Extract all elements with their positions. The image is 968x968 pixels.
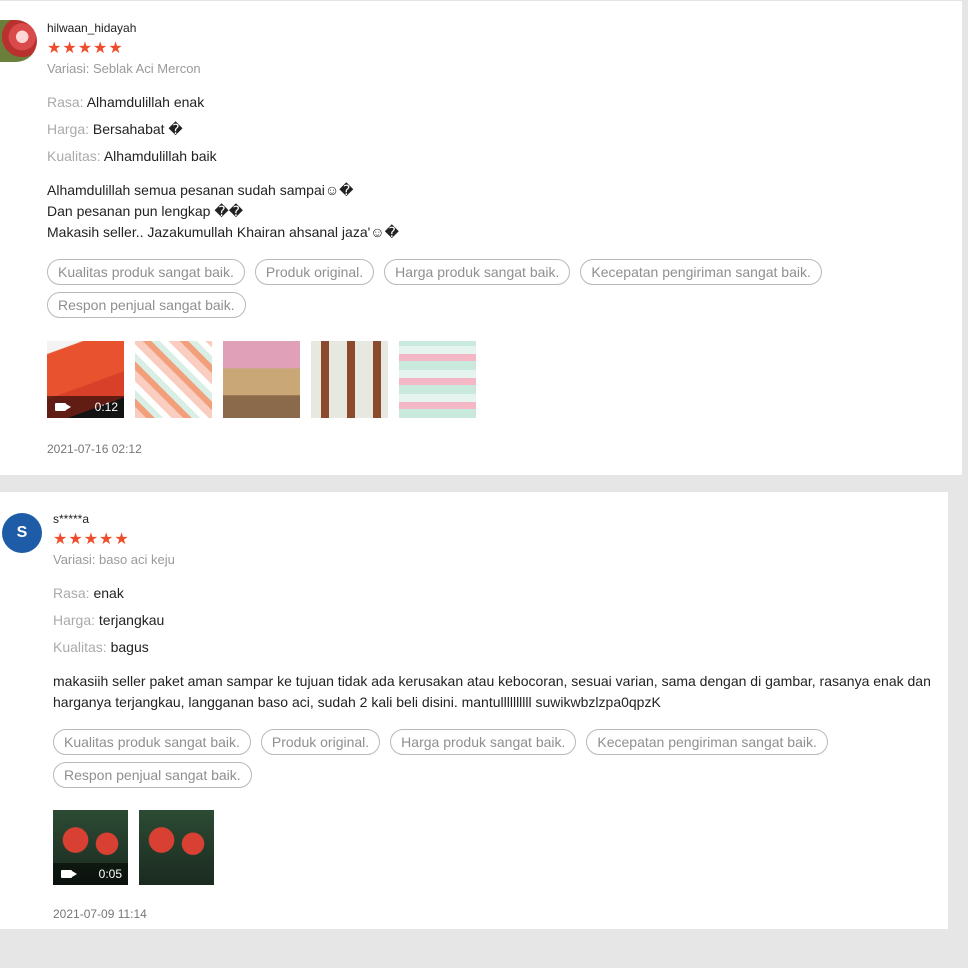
review-photo[interactable] [311, 341, 388, 418]
review-text: Alhamdulillah semua pesanan sudah sampai… [47, 182, 399, 240]
review-content: s*****a ★★★★★ Variasi: baso aci keju Ras… [53, 511, 933, 921]
attr-key: Kualitas: [47, 148, 101, 164]
attr-rasa: Rasa: enak [53, 583, 933, 603]
attr-value: Bersahabat � [92, 121, 183, 137]
product-variation: Variasi: Seblak Aci Mercon [47, 61, 201, 76]
tag-price: Harga produk sangat baik. [390, 729, 577, 755]
review-photo[interactable] [139, 810, 214, 885]
review-media: 0:12 [47, 341, 947, 418]
reviewer-username[interactable]: hilwaan_hidayah [47, 20, 947, 36]
video-bar: 0:12 [47, 396, 124, 418]
video-camera-icon [61, 870, 77, 878]
review-video-thumbnail[interactable]: 0:12 [47, 341, 124, 418]
review-content: hilwaan_hidayah ★★★★★ Variasi: Seblak Ac… [47, 20, 947, 456]
product-variation: Variasi: baso aci keju [53, 552, 175, 567]
tag-response: Respon penjual sangat baik. [53, 762, 252, 788]
review-text: makasiih seller paket aman sampar ke tuj… [53, 673, 931, 710]
divider [0, 491, 948, 492]
attr-key: Kualitas: [53, 639, 107, 655]
review-photo[interactable] [223, 341, 300, 418]
attr-harga: Harga: Bersahabat � [47, 119, 947, 139]
review-date: 2021-07-16 02:12 [47, 442, 142, 456]
attr-harga: Harga: terjangkau [53, 610, 933, 630]
attr-value: bagus [110, 639, 149, 655]
tag-response: Respon penjual sangat baik. [47, 292, 246, 318]
review-photo[interactable] [135, 341, 212, 418]
attr-value: terjangkau [98, 612, 165, 628]
review-media: 0:05 [53, 810, 933, 885]
review-photo[interactable] [399, 341, 476, 418]
attr-key: Harga: [53, 612, 96, 628]
video-duration: 0:05 [98, 867, 122, 881]
review-tags: Kualitas produk sangat baik. Produk orig… [53, 729, 933, 788]
tag-original: Produk original. [254, 259, 375, 285]
attr-rasa: Rasa: Alhamdulillah enak [47, 92, 947, 112]
tag-quality: Kualitas produk sangat baik. [47, 259, 245, 285]
review-tags: Kualitas produk sangat baik. Produk orig… [47, 259, 947, 318]
rating-stars: ★★★★★ [47, 40, 124, 57]
attr-value: Alhamdulillah enak [86, 94, 205, 110]
video-duration: 0:12 [94, 400, 118, 414]
tag-original: Produk original. [260, 729, 381, 755]
attr-key: Harga: [47, 121, 90, 137]
attr-kualitas: Kualitas: bagus [53, 637, 933, 657]
attr-value: enak [93, 585, 124, 601]
review-card: hilwaan_hidayah ★★★★★ Variasi: Seblak Ac… [0, 0, 962, 475]
review-date: 2021-07-09 11:14 [53, 907, 147, 921]
attr-key: Rasa: [53, 585, 90, 601]
tag-quality: Kualitas produk sangat baik. [53, 729, 251, 755]
review-card: S s*****a ★★★★★ Variasi: baso aci keju R… [0, 491, 948, 929]
avatar[interactable]: S [2, 513, 42, 553]
video-camera-icon [55, 403, 71, 411]
review-video-thumbnail[interactable]: 0:05 [53, 810, 128, 885]
tag-shipping: Kecepatan pengiriman sangat baik. [580, 259, 822, 285]
attr-key: Rasa: [47, 94, 84, 110]
rating-stars: ★★★★★ [53, 531, 130, 548]
tag-price: Harga produk sangat baik. [384, 259, 571, 285]
video-bar: 0:05 [53, 863, 128, 885]
divider [0, 0, 962, 1]
tag-shipping: Kecepatan pengiriman sangat baik. [586, 729, 828, 755]
avatar[interactable] [0, 20, 37, 62]
reviewer-username[interactable]: s*****a [53, 511, 933, 527]
attr-kualitas: Kualitas: Alhamdulillah baik [47, 146, 947, 166]
attr-value: Alhamdulillah baik [103, 148, 217, 164]
